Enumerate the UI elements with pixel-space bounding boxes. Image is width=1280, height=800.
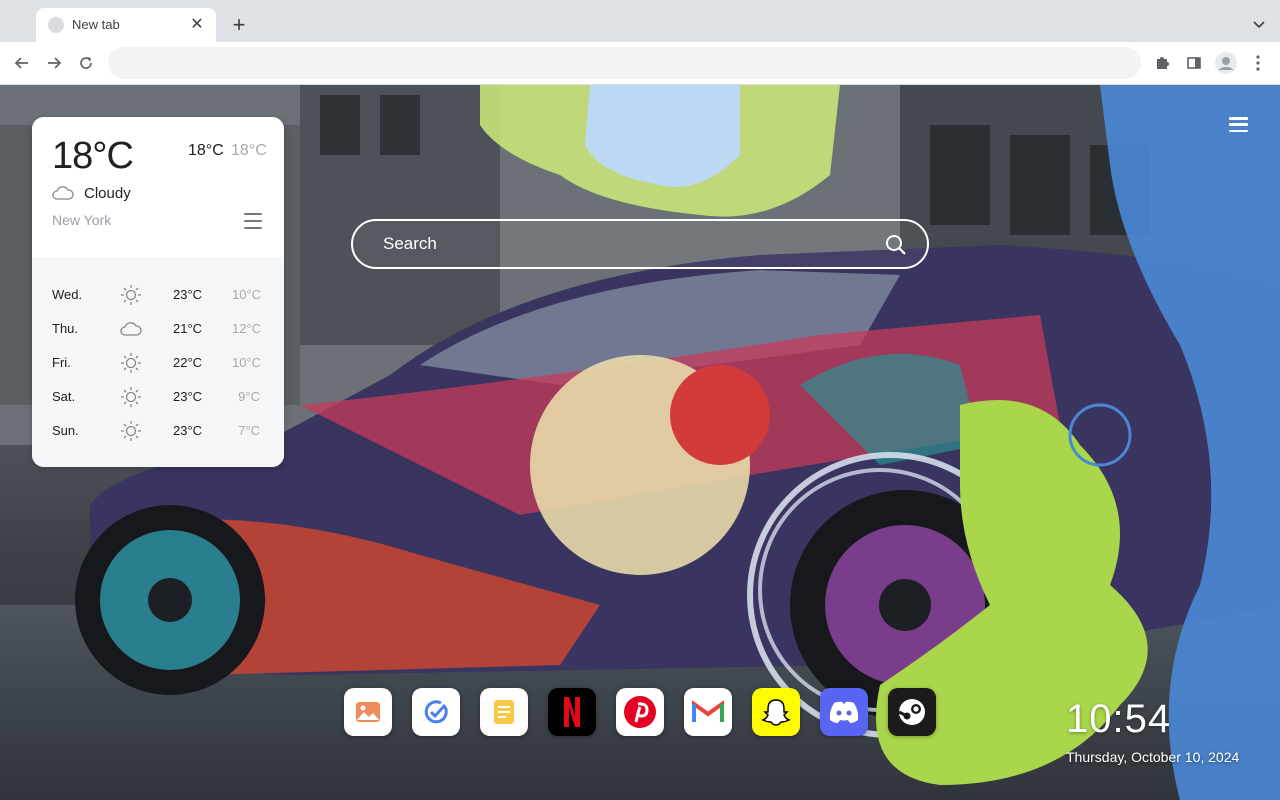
forecast-high: 23°C [173,287,203,302]
clock-date: Thursday, October 10, 2024 [1066,749,1240,765]
today-high-temperature: 18°C [188,142,224,159]
search-box [351,219,929,269]
address-bar[interactable] [108,47,1141,79]
cloud-icon [120,322,142,336]
sun-icon [121,285,141,305]
photos-app-icon[interactable] [344,688,392,736]
forecast-row: Fri. 22°C 10°C [32,351,284,377]
cloud-icon [52,186,74,200]
page-menu-hamburger-icon[interactable] [1229,117,1248,132]
weather-widget: 18°C 18°C 18°C Cloudy New York Wed. 23°C… [32,117,284,467]
sun-icon [121,421,141,441]
clock-time: 10:54 [1066,697,1172,741]
profile-avatar-icon[interactable] [1213,50,1239,76]
side-panel-icon[interactable] [1181,50,1207,76]
tab-search-chevron-icon[interactable] [1248,13,1270,35]
forecast-row: Sat. 23°C 9°C [32,385,284,411]
forecast-low: 7°C [238,423,260,438]
forecast-high: 23°C [173,389,203,404]
check-app-icon[interactable] [412,688,460,736]
netflix-icon[interactable] [548,688,596,736]
weather-forecast-list: Wed. 23°C 10°C Thu. 21°C 12°C Fri. 22°C … [32,257,284,467]
forecast-low: 12°C [232,321,262,336]
forecast-day: Fri. [52,355,71,370]
forecast-low: 9°C [238,389,260,404]
forecast-day: Sat. [52,389,76,404]
tab-new-tab[interactable]: New tab ✕ [36,8,216,42]
forecast-day: Thu. [52,321,79,336]
tab-strip: New tab ✕ + [0,0,1280,42]
sun-icon [121,353,141,373]
sun-icon [121,387,141,407]
reload-icon[interactable] [73,50,99,76]
forecast-low: 10°C [232,355,262,370]
forecast-row: Wed. 23°C 10°C [32,283,284,309]
weather-city: New York [52,212,112,228]
pinterest-icon[interactable] [616,688,664,736]
forecast-low: 10°C [232,287,262,302]
tab-close-icon[interactable]: ✕ [186,13,208,35]
tab-favicon-icon [48,17,64,33]
today-low-temperature: 18°C [231,142,267,159]
current-temperature: 18°C [52,135,134,177]
weather-current: 18°C 18°C 18°C Cloudy New York [32,117,284,257]
forecast-high: 23°C [173,423,203,438]
search-input[interactable] [353,221,873,267]
forward-arrow-icon[interactable] [41,50,67,76]
discord-icon[interactable] [820,688,868,736]
forecast-day: Sun. [52,423,79,438]
snapchat-icon[interactable] [752,688,800,736]
steam-icon[interactable] [888,688,936,736]
back-arrow-icon[interactable] [9,50,35,76]
forecast-row: Sun. 23°C 7°C [32,419,284,445]
browser-menu-kebab-icon[interactable] [1245,50,1271,76]
browser-toolbar [0,42,1280,85]
forecast-row: Thu. 21°C 12°C [32,317,284,343]
forecast-high: 22°C [173,355,203,370]
weather-menu-icon[interactable] [244,213,262,229]
forecast-day: Wed. [52,287,83,302]
gmail-icon[interactable] [684,688,732,736]
new-tab-button[interactable]: + [226,12,252,38]
forecast-high: 21°C [173,321,203,336]
tab-title: New tab [72,17,120,32]
weather-condition: Cloudy [84,185,131,202]
notes-app-icon[interactable] [480,688,528,736]
new-tab-page: 18°C 18°C 18°C Cloudy New York Wed. 23°C… [0,85,1280,800]
extensions-puzzle-icon[interactable] [1149,50,1175,76]
search-icon[interactable] [883,232,909,258]
